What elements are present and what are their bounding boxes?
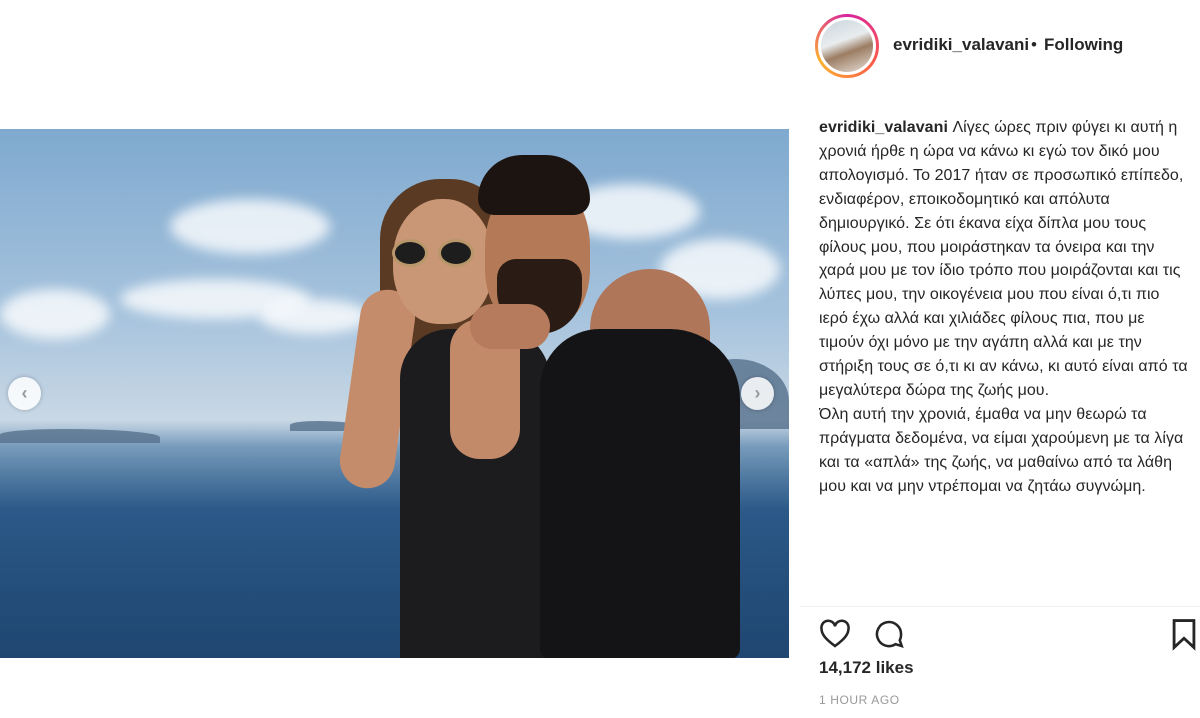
post-actions-bar — [800, 606, 1200, 656]
caption-text-paragraph-1: Λίγες ώρες πριν φύγει κι αυτή η χρονιά ή… — [819, 119, 1188, 399]
save-button[interactable] — [1169, 617, 1200, 651]
previous-photo-button[interactable]: ‹ — [8, 377, 41, 410]
post-photo — [0, 129, 789, 658]
header-username-link[interactable]: evridiki_valavani — [893, 35, 1029, 55]
caption-text-paragraph-2: Όλη αυτή την χρονιά, έμαθα να μην θεωρώ … — [819, 405, 1184, 495]
post-header: evridiki_valavani • Following — [800, 0, 1200, 92]
bookmark-icon — [1172, 619, 1196, 651]
heart-icon — [820, 619, 850, 648]
following-button[interactable]: Following — [1044, 35, 1123, 55]
caption-username-link[interactable]: evridiki_valavani — [819, 119, 948, 136]
comment-button[interactable] — [872, 617, 906, 651]
avatar — [818, 17, 876, 75]
media-area: ‹ › — [0, 0, 800, 718]
post-details-panel: evridiki_valavani • Following evridiki_v… — [800, 0, 1200, 718]
likes-count[interactable]: 14,172 likes — [819, 658, 914, 678]
comment-icon — [875, 620, 904, 648]
post-timestamp: 1 HOUR AGO — [819, 693, 900, 707]
header-separator: • — [1031, 35, 1037, 54]
chevron-right-icon: › — [754, 383, 761, 403]
post-caption: evridiki_valavani Λίγες ώρες πριν φύγει … — [819, 116, 1191, 606]
chevron-left-icon: ‹ — [21, 383, 28, 403]
next-photo-button[interactable]: › — [741, 377, 774, 410]
avatar-story-ring[interactable] — [815, 14, 879, 78]
like-button[interactable] — [818, 617, 852, 651]
